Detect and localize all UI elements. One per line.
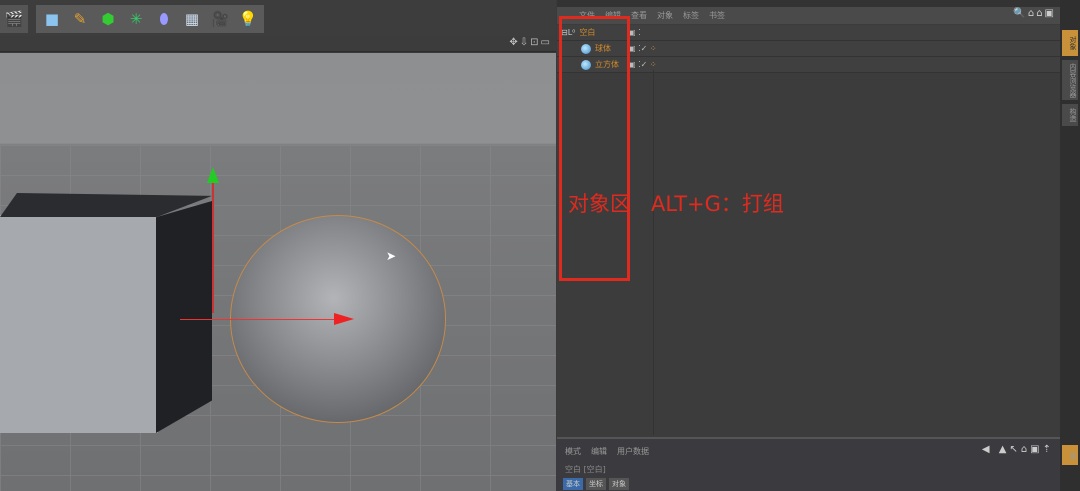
attr-nav-icons[interactable]: ◀ ▲↖⌂▣⇡: [982, 444, 1054, 455]
x-axis-line: [180, 319, 340, 320]
render-settings-icon[interactable]: 🎬: [4, 7, 24, 31]
y-axis-line: [212, 173, 214, 313]
camera-icon[interactable]: 🎥: [208, 7, 232, 31]
subdivision-icon[interactable]: ⬢: [96, 7, 120, 31]
attribute-manager: 模式 编辑 用户数据 ◀ ▲↖⌂▣⇡ 空白 [空白] 基本 坐标 对象: [557, 437, 1060, 491]
column-divider[interactable]: [653, 70, 654, 435]
om-search-home-icons[interactable]: 🔍⌂⌂▣: [1013, 8, 1056, 19]
tree-item-cube[interactable]: 立方体 ▣ ⁚✓ ⁘: [557, 57, 1060, 73]
om-top-bar: [557, 0, 1060, 7]
right-tab-strip: 对象 内容浏览器 构造 层: [1060, 0, 1080, 491]
visibility-flags[interactable]: ▣ ⁚✓ ⁘: [628, 44, 657, 53]
mouse-cursor-icon: ➤: [386, 249, 397, 263]
viewport-3d[interactable]: ➤: [0, 53, 556, 491]
tab-basic[interactable]: 基本: [563, 478, 583, 490]
viewport-header: ✥⇩⊡▭: [0, 36, 556, 52]
y-axis-handle[interactable]: [207, 167, 219, 183]
main-toolbar: 🎬 ■ ✎ ⬢ ✳ ⬮ ▦ 🎥 💡: [0, 0, 556, 36]
attr-title: 空白 [空白]: [565, 465, 606, 474]
deformer-icon[interactable]: ⬮: [152, 7, 176, 31]
tab-structure[interactable]: 构造: [1062, 104, 1078, 126]
object-tree: ⊟L⁰ 空白 ▣ ⁚ 球体 ▣ ⁚✓ ⁘ 立方体 ▣ ⁚✓ ⁘: [557, 25, 1060, 73]
pen-icon[interactable]: ✎: [68, 7, 92, 31]
light-icon[interactable]: 💡: [236, 7, 260, 31]
tab-objects[interactable]: 对象: [1062, 30, 1078, 56]
object-tools: ■ ✎ ⬢ ✳ ⬮ ▦ 🎥 💡: [36, 5, 264, 33]
array-icon[interactable]: ✳: [124, 7, 148, 31]
tree-item-sphere[interactable]: 球体 ▣ ⁚✓ ⁘: [557, 41, 1060, 57]
menu-object[interactable]: 对象: [657, 10, 673, 21]
tab-layers[interactable]: 层: [1062, 445, 1078, 465]
object-manager: 文件 编辑 查看 对象 标签 书签 🔍⌂⌂▣ ⊟L⁰ 空白 ▣ ⁚ 球体 ▣ ⁚…: [557, 0, 1060, 491]
annotation-text: 对象区 ALT+G：打组: [568, 192, 784, 216]
attr-menu-mode[interactable]: 模式: [565, 446, 581, 457]
render-group: 🎬: [0, 5, 28, 33]
cube-icon[interactable]: ■: [40, 7, 64, 31]
visibility-flags[interactable]: ▣ ⁚✓ ⁘: [628, 60, 657, 69]
attr-menu-userdata[interactable]: 用户数据: [617, 446, 649, 457]
x-axis-handle[interactable]: [334, 313, 354, 325]
cube-object[interactable]: [0, 215, 158, 433]
floor-icon[interactable]: ▦: [180, 7, 204, 31]
tab-coord[interactable]: 坐标: [586, 478, 606, 490]
menu-view[interactable]: 查看: [631, 10, 647, 21]
menu-tags[interactable]: 标签: [683, 10, 699, 21]
viewport-nav-icons[interactable]: ✥⇩⊡▭: [509, 37, 552, 48]
cube-side-face: [156, 201, 212, 433]
tree-item-null[interactable]: ⊟L⁰ 空白 ▣ ⁚: [557, 25, 1060, 41]
attr-menu-edit[interactable]: 编辑: [591, 446, 607, 457]
tab-object[interactable]: 对象: [609, 478, 629, 490]
om-menu-bar: 文件 编辑 查看 对象 标签 书签: [557, 7, 1060, 24]
menu-bookmarks[interactable]: 书签: [709, 10, 725, 21]
tab-content-browser[interactable]: 内容浏览器: [1062, 60, 1078, 100]
highlight-box: [559, 16, 630, 281]
